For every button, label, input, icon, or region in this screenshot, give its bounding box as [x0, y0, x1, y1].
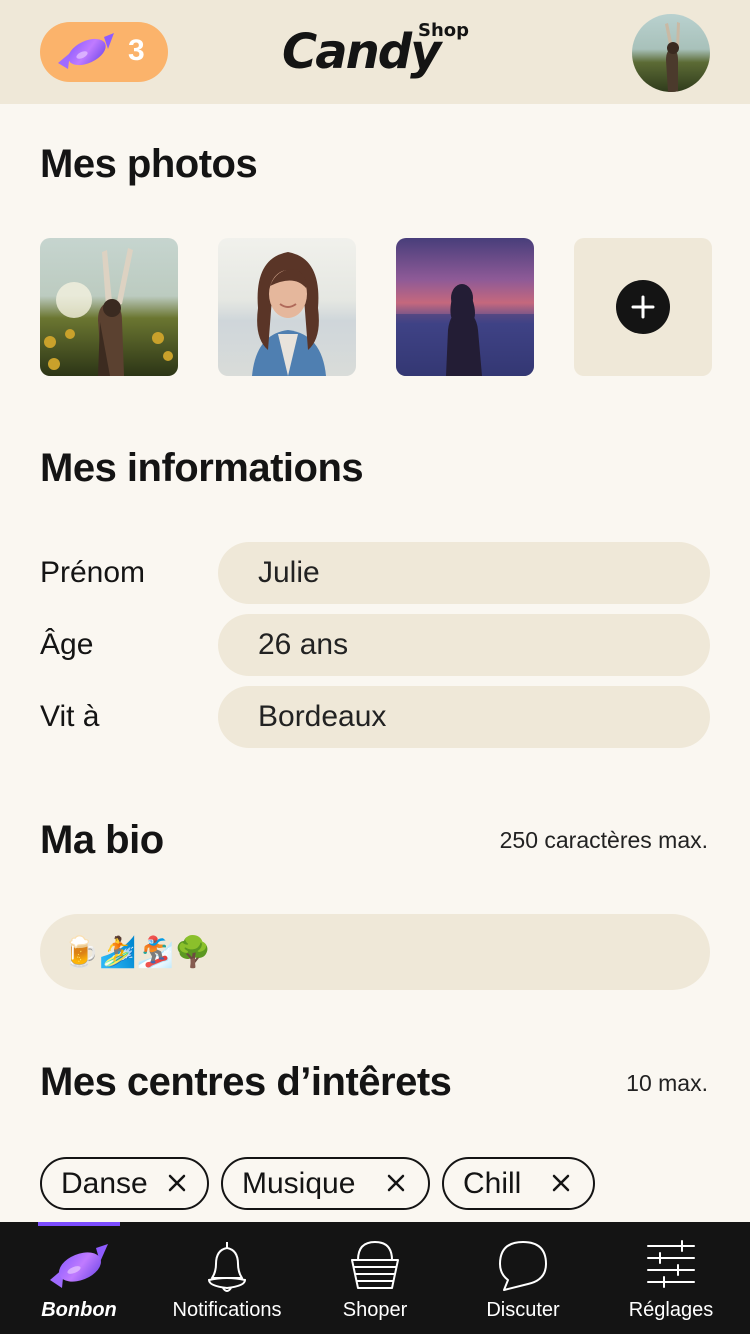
nav-item-discuter[interactable]: Discuter	[448, 1222, 598, 1334]
nav-label: Réglages	[628, 1299, 714, 1321]
firstname-label: Prénom	[40, 556, 146, 589]
remove-chip-danse-close-icon[interactable]	[166, 1172, 188, 1194]
nav-item-notifications[interactable]: Notifications	[152, 1222, 302, 1334]
profile-photo-3[interactable]	[396, 238, 534, 376]
nav-item-shoper[interactable]: Shoper	[300, 1222, 450, 1334]
remove-chip-musique-close-icon[interactable]	[385, 1172, 407, 1194]
firstname-field[interactable]	[218, 542, 710, 604]
profile-avatar[interactable]	[632, 14, 710, 92]
basket-icon	[351, 1240, 399, 1289]
candy-icon	[58, 33, 114, 69]
photos-section-title: Mes photos	[40, 142, 258, 186]
candy-count: 3	[128, 34, 145, 67]
sliders-icon	[647, 1240, 695, 1288]
interest-chip-musique: Musique	[221, 1157, 430, 1210]
logo-sub: Shop	[418, 20, 470, 41]
city-label: Vit à	[40, 700, 100, 733]
chip-label: Danse	[61, 1166, 148, 1200]
candy-shop-logo: Candy Shop	[282, 20, 472, 84]
plus-icon	[631, 295, 655, 319]
nav-item-bonbon[interactable]: Bonbon	[4, 1222, 154, 1334]
logo-wordmark: Candy	[282, 24, 441, 80]
bio-field[interactable]: 🍺🏄🏂🌳	[40, 914, 710, 990]
interest-chip-chill: Chill	[442, 1157, 595, 1210]
profile-photo-2[interactable]	[218, 238, 356, 376]
age-label: Âge	[40, 628, 94, 661]
nav-item-reglages[interactable]: Réglages	[596, 1222, 746, 1334]
info-section-title: Mes informations	[40, 446, 364, 490]
nav-label: Notifications	[172, 1299, 282, 1321]
interest-chip-danse: Danse	[40, 1157, 209, 1210]
photo-3-image	[396, 284, 534, 376]
bio-char-limit: 250 caractères max.	[499, 827, 708, 853]
app-header: 3 Candy Shop	[0, 0, 750, 104]
photo-2-image	[252, 252, 326, 376]
nav-label: Discuter	[486, 1299, 560, 1321]
bio-text: 🍺🏄🏂🌳	[62, 935, 212, 969]
nav-label: Shoper	[342, 1299, 408, 1321]
interests-limit: 10 max.	[626, 1070, 708, 1096]
interests-section-title: Mes centres d’intêrets	[40, 1060, 452, 1104]
chip-label: Chill	[463, 1166, 522, 1200]
add-photo-button[interactable]	[616, 280, 670, 334]
chip-label: Musique	[242, 1166, 356, 1200]
bell-icon	[207, 1242, 247, 1292]
nav-label: Bonbon	[41, 1299, 117, 1321]
bottom-navigation: Bonbon Notifications Shoper Discuter Rég…	[0, 1222, 750, 1334]
city-field[interactable]	[218, 686, 710, 748]
photo-1-image	[44, 248, 173, 376]
bio-section-title: Ma bio	[40, 818, 164, 862]
candy-counter-badge[interactable]: 3	[40, 22, 168, 82]
avatar-person-silhouette	[665, 22, 680, 92]
candy-icon	[50, 1244, 108, 1288]
chat-icon	[499, 1241, 547, 1291]
add-photo-slot[interactable]	[574, 238, 712, 376]
remove-chip-chill-close-icon[interactable]	[550, 1172, 572, 1194]
profile-photo-1[interactable]	[40, 238, 178, 376]
age-field[interactable]	[218, 614, 710, 676]
